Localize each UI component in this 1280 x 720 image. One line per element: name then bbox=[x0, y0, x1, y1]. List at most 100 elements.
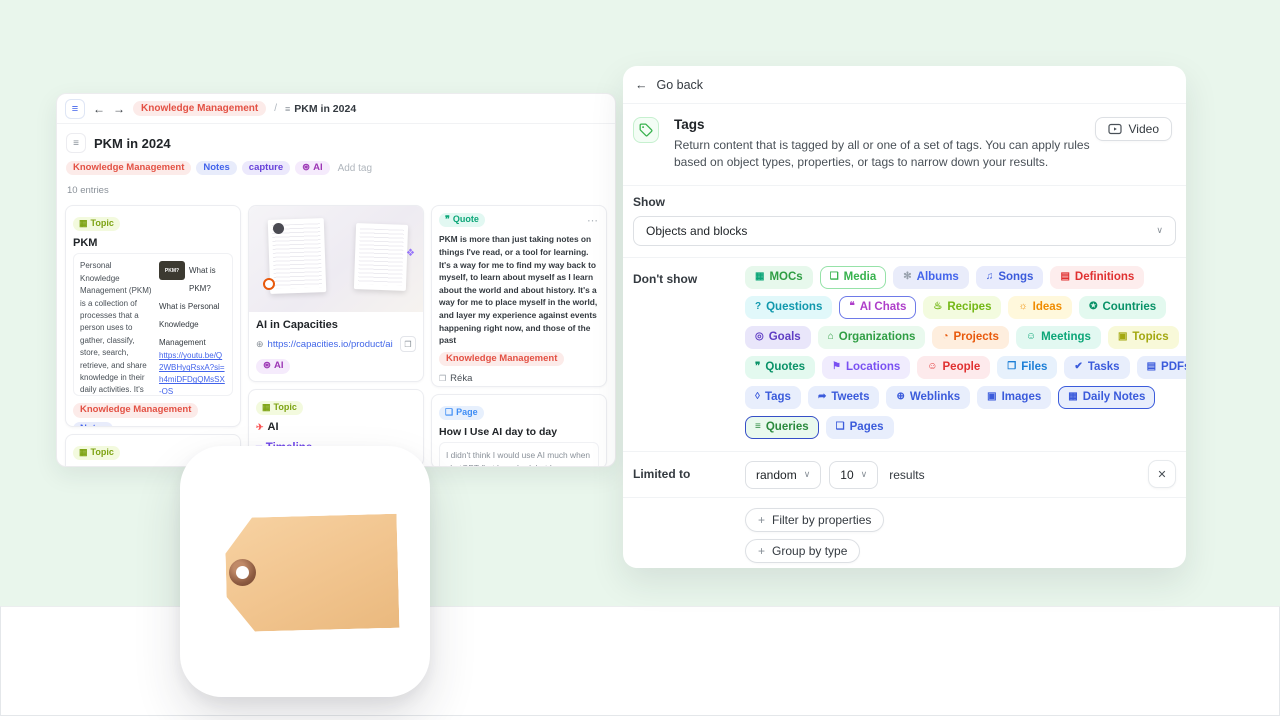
weblink-url[interactable]: https://capacities.io/product/ai bbox=[268, 339, 396, 350]
chip-goals[interactable]: ◎Goals bbox=[745, 326, 811, 349]
chip-images[interactable]: ▣Images bbox=[977, 386, 1051, 409]
chip-queries[interactable]: ≡Queries bbox=[745, 416, 819, 439]
chip-knowledge-management[interactable]: Knowledge Management bbox=[66, 161, 191, 175]
topic-badge-icon: ▦ bbox=[262, 403, 271, 413]
chip-tasks[interactable]: ✔Tasks bbox=[1064, 356, 1129, 379]
forward-button[interactable]: → bbox=[113, 102, 125, 116]
chip-locations[interactable]: ⚑Locations bbox=[822, 356, 910, 379]
flower-icon: ✻ bbox=[903, 272, 911, 282]
chip-label: Notes bbox=[203, 163, 229, 173]
plus-icon: + bbox=[758, 513, 765, 527]
dont-show-label: Don't show bbox=[633, 266, 745, 439]
back-button[interactable]: ← bbox=[93, 102, 105, 116]
chip-label: Media bbox=[844, 272, 877, 284]
copy-icon: ❐ bbox=[404, 340, 411, 349]
limited-to-section: Limited to random ∨ 10 ∨ results ✕ bbox=[623, 452, 1186, 498]
chip-daily-notes[interactable]: ▦Daily Notes bbox=[1058, 386, 1155, 409]
go-back-label: Go back bbox=[657, 78, 704, 92]
capacities-app-window: ≡ ← → Knowledge Management / ≡ PKM in 20… bbox=[56, 93, 616, 467]
chip-notes[interactable]: Notes bbox=[196, 161, 236, 175]
people-icon: ☺ bbox=[1026, 332, 1036, 342]
embedded-note[interactable]: Personal Knowledge Management (PKM) is a… bbox=[73, 253, 233, 396]
chip-countries[interactable]: ✪Countries bbox=[1079, 296, 1166, 319]
chip-tweets[interactable]: ➦Tweets bbox=[808, 386, 880, 409]
order-select-value: random bbox=[756, 468, 797, 482]
chip-capture[interactable]: capture bbox=[242, 161, 290, 175]
chip-knowledge-management[interactable]: Knowledge Management bbox=[439, 352, 564, 366]
weblink-title: AI in Capacities bbox=[256, 319, 416, 331]
cards-grid: ▦Topic PKM Personal Knowledge Management… bbox=[57, 197, 615, 467]
add-tag-button[interactable]: Add tag bbox=[338, 163, 372, 174]
show-select[interactable]: Objects and blocks ∨ bbox=[633, 216, 1176, 246]
card-weblink[interactable]: ❖ AI in Capacities ⊕ https://capacities.… bbox=[248, 205, 424, 382]
filter-by-properties-button[interactable]: + Filter by properties bbox=[745, 508, 884, 532]
go-back-button[interactable]: ← Go back bbox=[623, 66, 1186, 104]
card-pkm-topic[interactable]: ▦Topic PKM Personal Knowledge Management… bbox=[65, 205, 241, 427]
chevron-down-icon: ∨ bbox=[804, 469, 811, 480]
back-arrow-icon: ← bbox=[635, 78, 648, 92]
order-select[interactable]: random ∨ bbox=[745, 461, 821, 489]
chip-projects[interactable]: ◔Projects bbox=[932, 326, 1008, 349]
favicon-icon: ⊕ bbox=[256, 339, 264, 350]
chip-mocs[interactable]: ▦MOCs bbox=[745, 266, 813, 289]
card-menu-button[interactable]: ⋯ bbox=[587, 214, 599, 227]
dont-show-chips: ▦MOCs ❏ Media ✻Albums ♫Songs ▤Definitions ?Que… bbox=[745, 266, 1186, 439]
card-quote[interactable]: ❞Quote ⋯ PKM is more than just taking no… bbox=[431, 205, 607, 387]
weblink-url-row: ⊕ https://capacities.io/product/ai ❐ bbox=[256, 336, 416, 352]
card-title: PKM bbox=[73, 237, 233, 249]
chip-definitions[interactable]: ▤Definitions bbox=[1050, 266, 1144, 289]
chip-label: Notes bbox=[80, 424, 106, 428]
limited-to-label: Limited to bbox=[633, 467, 745, 481]
chip-weblinks[interactable]: ⊕ Weblinks bbox=[886, 386, 970, 409]
group-by-type-button[interactable]: + Group by type bbox=[745, 539, 860, 563]
chip-topics[interactable]: ▣Topics bbox=[1108, 326, 1179, 349]
chip-organizations[interactable]: ⌂Organizations bbox=[818, 326, 926, 349]
chip-recipes[interactable]: ♨Recipes bbox=[923, 296, 1001, 319]
video-embed[interactable]: PKM? What is PKM? What is Personal Knowl… bbox=[159, 260, 226, 389]
chip-questions[interactable]: ?Questions bbox=[745, 296, 832, 319]
entries-count: 10 entries bbox=[57, 178, 615, 197]
card-page[interactable]: ❏Page How I Use AI day to day I didn't t… bbox=[431, 394, 607, 467]
video-button[interactable]: Video bbox=[1095, 117, 1172, 141]
sidebar-toggle-button[interactable]: ≡ bbox=[65, 99, 85, 119]
chip-label: Tweets bbox=[831, 392, 869, 404]
dont-show-section: Don't show ▦MOCs ❏ Media ✻Albums ♫Songs ▤Defi… bbox=[623, 258, 1186, 452]
topic-badge: Topic bbox=[274, 403, 297, 413]
grid-icon: ▦ bbox=[755, 272, 764, 282]
chip-knowledge-management[interactable]: Knowledge Management bbox=[73, 403, 198, 417]
count-select[interactable]: 10 ∨ bbox=[829, 461, 878, 489]
video-link[interactable]: https://youtu.be/Q2WBHyqRsxA?si=h4miDFDg… bbox=[159, 350, 226, 396]
chip-label: Tags bbox=[765, 392, 791, 404]
person-card-icon: ❒ bbox=[439, 374, 446, 383]
chip-meetings[interactable]: ☺Meetings bbox=[1016, 326, 1101, 349]
chip-pages[interactable]: ❏Pages bbox=[826, 416, 894, 439]
chip-ai[interactable]: ⊛AI bbox=[295, 161, 329, 175]
document-thumb bbox=[354, 224, 408, 292]
show-section: Show Objects and blocks ∨ bbox=[623, 186, 1186, 258]
breadcrumb-tag[interactable]: Knowledge Management bbox=[133, 101, 266, 116]
chip-ai[interactable]: ⊛AI bbox=[256, 359, 290, 373]
building-icon: ⌂ bbox=[828, 332, 834, 342]
card-tags: ⊛AI bbox=[256, 359, 416, 373]
breadcrumb-current[interactable]: ≡ PKM in 2024 bbox=[285, 103, 356, 115]
chip-notes[interactable]: Notes bbox=[73, 422, 113, 428]
image-icon: ▣ bbox=[987, 392, 996, 402]
chip-media[interactable]: ❏ Media bbox=[820, 266, 887, 289]
chip-ai-chats[interactable]: ❝AI Chats bbox=[839, 296, 916, 319]
chip-quotes[interactable]: ❞Quotes bbox=[745, 356, 815, 379]
book-icon: ▤ bbox=[1060, 272, 1069, 282]
chip-label: Weblinks bbox=[910, 392, 960, 404]
chip-ideas[interactable]: ☼Ideas bbox=[1008, 296, 1072, 319]
globe-icon: ⊕ bbox=[896, 392, 904, 402]
clapperboard-icon: ❏ bbox=[830, 272, 839, 282]
pdf-icon: ▤ bbox=[1147, 362, 1156, 372]
quote-author[interactable]: ❒ Réka bbox=[439, 373, 599, 384]
chip-people[interactable]: ☺People bbox=[917, 356, 990, 379]
chip-tags[interactable]: ◊Tags bbox=[745, 386, 801, 409]
chip-pdfs[interactable]: ▤PDFs bbox=[1137, 356, 1186, 379]
remove-limit-button[interactable]: ✕ bbox=[1148, 460, 1176, 488]
chip-files[interactable]: ❒Files bbox=[997, 356, 1057, 379]
chip-albums[interactable]: ✻Albums bbox=[893, 266, 969, 289]
copy-link-button[interactable]: ❐ bbox=[400, 336, 416, 352]
chip-songs[interactable]: ♫Songs bbox=[976, 266, 1044, 289]
